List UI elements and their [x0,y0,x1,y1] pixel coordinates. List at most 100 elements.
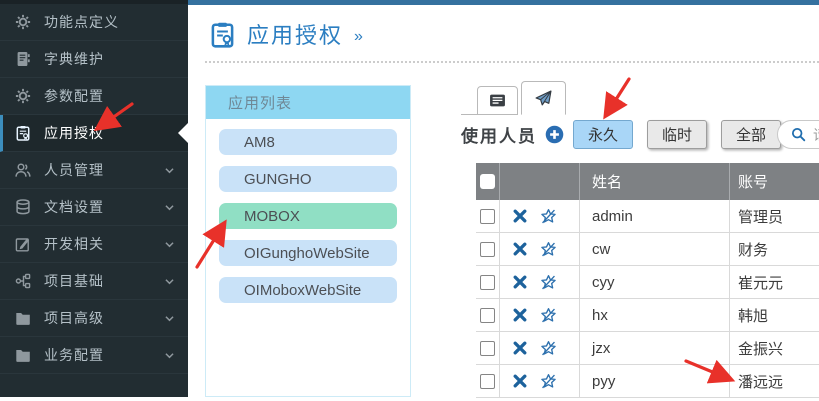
app-list-item[interactable]: OIMoboxWebSite [219,277,397,303]
cell-user-name: pyy [580,365,730,397]
cell-user-account: 韩旭 [730,299,819,331]
search-input[interactable] [813,127,819,143]
table-row: jzx 金振兴 [476,332,819,365]
x-mark-icon[interactable] [512,307,528,323]
row-checkbox[interactable] [480,374,495,389]
cell-user-account: 金振兴 [730,332,819,364]
content-area: 应用授权 » 应用列表 AM8 GUNGHO MOBOX OIGunghoWeb… [188,5,819,401]
database-icon [15,199,31,215]
page-header: 应用授权 » [188,5,819,50]
sidebar-item-label: 人员管理 [44,160,163,180]
sidebar-item[interactable]: 字典维护 [0,41,188,78]
cell-actions [500,332,580,364]
sidebar-item[interactable]: 开发相关 [0,226,188,263]
cell-user-account: 崔元元 [730,266,819,298]
row-checkbox[interactable] [480,242,495,257]
x-mark-icon[interactable] [512,340,528,356]
users-icon [15,162,31,178]
sidebar-item[interactable]: 应用授权 [0,115,188,152]
table-header-row: 姓名 账号 [476,163,819,200]
table-header-select [476,163,500,200]
star-slash-icon[interactable] [540,373,557,390]
x-mark-icon[interactable] [512,373,528,389]
sidebar-item[interactable]: 文档设置 [0,189,188,226]
tab[interactable] [477,86,518,115]
folder-icon [15,310,31,326]
star-slash-icon[interactable] [540,340,557,357]
x-mark-icon[interactable] [512,241,528,257]
edit-icon [15,236,31,252]
tab-bar [461,80,566,115]
folder-icon [15,347,31,363]
sidebar-item[interactable]: 业务配置 [0,337,188,374]
sidebar-item[interactable]: 参数配置 [0,78,188,115]
sidebar-item-label: 应用授权 [44,123,163,143]
app-list-panel: 应用列表 AM8 GUNGHO MOBOX OIGunghoWebSite OI… [205,85,411,397]
filter-buttons: 永久 临时 全部 [573,120,781,149]
filter-button[interactable]: 临时 [647,120,707,149]
cell-user-account: 财务 [730,233,819,265]
cell-actions [500,233,580,265]
dotted-divider [205,61,819,63]
page-title: 应用授权 [247,18,343,50]
sidebar-item[interactable]: 项目基础 [0,263,188,300]
table-header-account: 账号 [730,163,819,200]
cell-user-name: cw [580,233,730,265]
sidebar-item-label: 项目基础 [44,271,163,291]
sidebar-item-label: 项目高级 [44,308,163,328]
star-slash-icon[interactable] [540,208,557,225]
cell-select [476,365,500,397]
active-item-wedge [178,123,188,143]
cell-select [476,266,500,298]
cell-select [476,332,500,364]
sidebar-item-label: 字典维护 [44,49,163,69]
search-box[interactable] [777,120,819,149]
table-row: admin 管理员 [476,200,819,233]
gear-icon [15,14,31,30]
dictionary-icon [15,51,31,67]
cell-select [476,200,500,232]
sidebar-item[interactable]: 项目高级 [0,300,188,337]
select-all-checkbox[interactable] [480,174,495,189]
main-area: 使用人员 永久 临时 全部 [461,75,819,401]
app-list-item[interactable]: AM8 [219,129,397,155]
sidebar-item[interactable]: 功能点定义 [0,4,188,41]
table-row: cw 财务 [476,233,819,266]
row-checkbox[interactable] [480,209,495,224]
tab[interactable] [521,81,566,115]
toolbar: 使用人员 永久 临时 全部 [461,118,819,150]
cell-user-name: jzx [580,332,730,364]
chevron-down-icon [163,312,176,325]
star-slash-icon[interactable] [540,274,557,291]
star-slash-icon[interactable] [540,241,557,258]
clipboard-award-icon [15,125,31,141]
sidebar-item[interactable]: 人员管理 [0,152,188,189]
row-checkbox[interactable] [480,341,495,356]
chevron-down-icon [163,201,176,214]
plus-circle-icon[interactable] [545,125,564,144]
filter-button[interactable]: 全部 [721,120,781,149]
cell-actions [500,200,580,232]
table-row: cyy 崔元元 [476,266,819,299]
row-checkbox[interactable] [480,275,495,290]
table-header-name: 姓名 [580,163,730,200]
cell-user-name: hx [580,299,730,331]
filter-button[interactable]: 永久 [573,120,633,149]
chevron-down-icon [163,275,176,288]
cell-user-account: 潘远远 [730,365,819,397]
sidebar-item-label: 业务配置 [44,345,163,365]
cell-select [476,233,500,265]
app-list: AM8 GUNGHO MOBOX OIGunghoWebSite OIMobox… [206,119,410,313]
app-list-item[interactable]: OIGunghoWebSite [219,240,397,266]
x-mark-icon[interactable] [512,208,528,224]
table-row: hx 韩旭 [476,299,819,332]
paper-plane-icon [535,90,552,107]
star-slash-icon[interactable] [540,307,557,324]
cell-actions [500,299,580,331]
table-header-actions [500,163,580,200]
x-mark-icon[interactable] [512,274,528,290]
row-checkbox[interactable] [480,308,495,323]
app-list-item[interactable]: GUNGHO [219,166,397,192]
app-list-item[interactable]: MOBOX [219,203,397,229]
search-icon [791,127,806,142]
